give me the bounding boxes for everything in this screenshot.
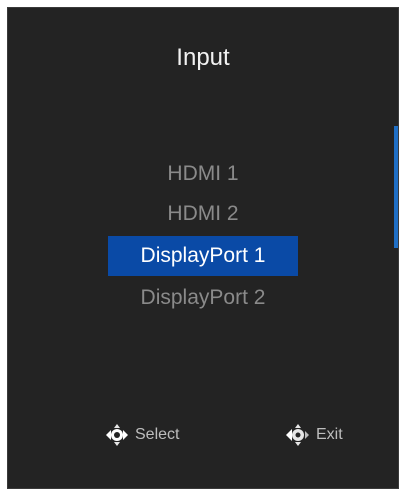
menu-item-hdmi-2[interactable]: HDMI 2 [108, 194, 298, 234]
joystick-press-icon [103, 424, 131, 446]
select-hint-label: Select [135, 426, 180, 443]
page-title: Input [176, 44, 230, 71]
exit-hint-label: Exit [316, 426, 343, 443]
joystick-left-icon [284, 424, 312, 446]
menu-item-displayport-1[interactable]: DisplayPort 1 [108, 236, 298, 276]
scrollbar[interactable] [394, 126, 398, 248]
exit-hint: Exit [284, 424, 343, 446]
menu-item-hdmi-1[interactable]: HDMI 1 [108, 154, 298, 194]
osd-panel: Input HDMI 1 HDMI 2 DisplayPort 1 Displa… [7, 7, 399, 489]
menu-item-displayport-2[interactable]: DisplayPort 2 [108, 278, 298, 318]
select-hint: Select [103, 424, 179, 446]
